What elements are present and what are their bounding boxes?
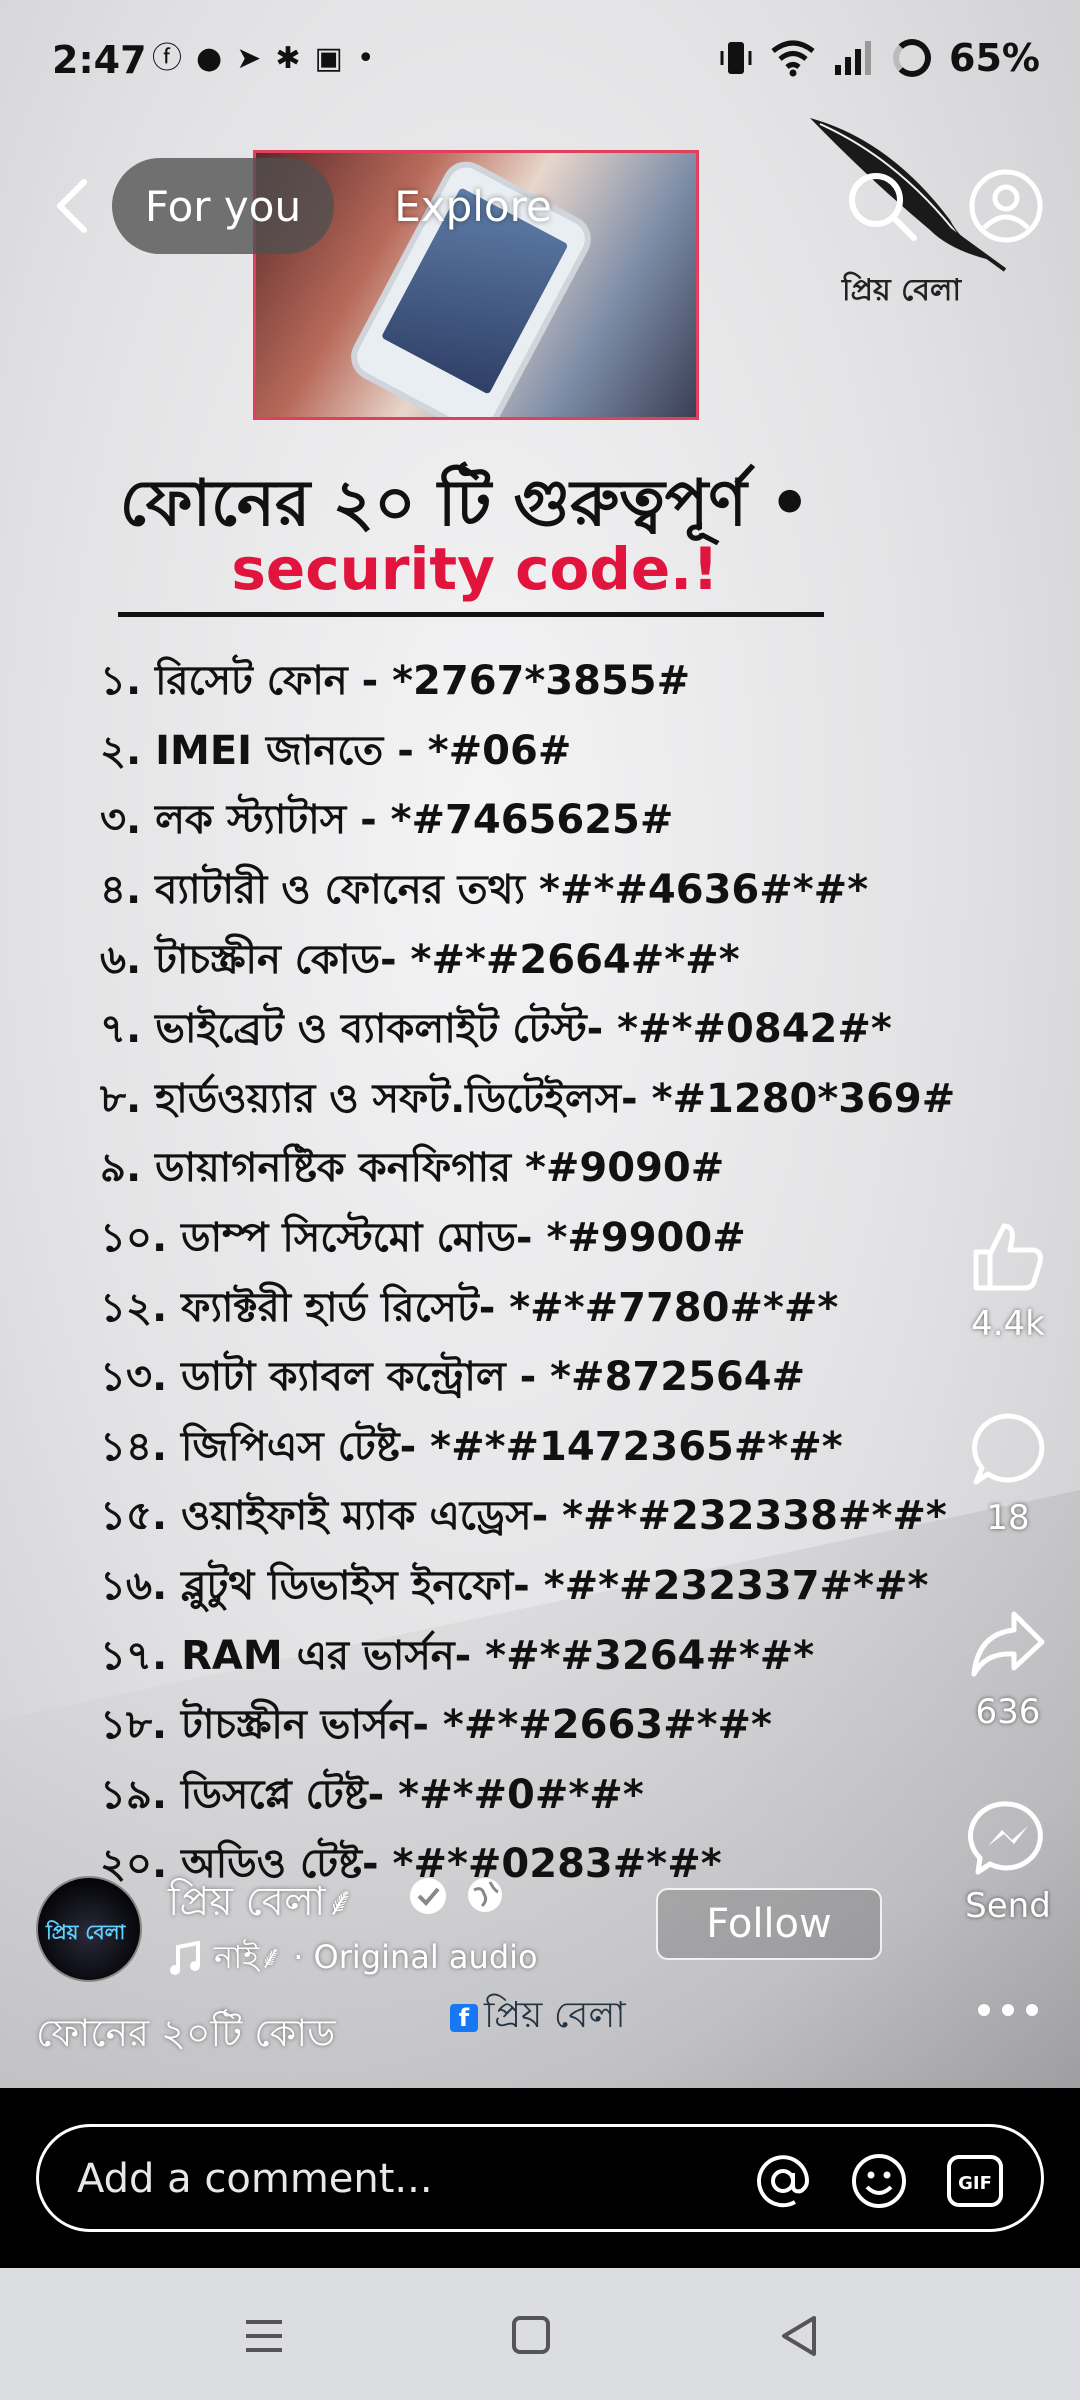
battery-icon — [893, 39, 932, 77]
vibrate-icon — [720, 42, 752, 74]
like-count: 4.4k — [971, 1304, 1045, 1344]
code-item: ৯. ডায়াগনষ্টিক কনফিগার *#9090# — [100, 1145, 725, 1192]
share-button[interactable]: 636 — [948, 1604, 1068, 1732]
thumbs-up-icon — [973, 1223, 1043, 1291]
app-icon: ✱ — [275, 41, 301, 76]
status-bar: 2:47 ⓕ ● ➤ ✱ ▣ • 65% — [0, 0, 1080, 120]
share-icon — [971, 1611, 1045, 1677]
brand-text: প্রিয় বেলা — [842, 273, 962, 308]
back-icon[interactable] — [48, 176, 98, 236]
code-item: ২. IMEI জানতে - *#06# — [100, 727, 572, 774]
more-button[interactable] — [948, 2000, 1068, 2020]
audio-row[interactable]: নাই⸙ · Original audio — [168, 1932, 538, 1986]
globe-icon — [468, 1878, 502, 1912]
comment-button[interactable]: 18 — [948, 1410, 1068, 1538]
code-item: ১. রিসেট ফোন - *2767*3855# — [100, 658, 691, 705]
code-item: ৮. হার্ডওয়্যার ও সফট.ডিটেইলস- *#1280*36… — [100, 1075, 956, 1122]
fb-tag-text: প্রিয় বেলা — [484, 1995, 626, 2036]
comment-box[interactable]: GIF — [36, 2124, 1044, 2232]
messenger-icon — [968, 1801, 1043, 1875]
comment-icon — [972, 1413, 1045, 1485]
code-item: ৬. টাচস্ক্রীন কোড- *#*#2664#*#* — [100, 936, 740, 983]
comment-bar: GIF — [0, 2088, 1080, 2268]
notification-icons: ⓕ ● ➤ ✱ ▣ • — [152, 42, 375, 76]
share-count: 636 — [975, 1692, 1041, 1732]
code-item: ৪. ব্যাটারী ও ফোনের তথ্য *#*#4636#*#* — [100, 867, 869, 914]
emoji-icon[interactable] — [849, 2151, 909, 2211]
gif-icon[interactable]: GIF — [945, 2151, 1005, 2211]
tab-for-you[interactable]: For you — [112, 158, 334, 254]
send-button[interactable]: Send — [948, 1798, 1068, 1926]
facebook-icon: ⓕ — [152, 41, 182, 76]
signal-icon — [835, 41, 872, 75]
code-item: ১৭. RAM এর ভার্সন- *#*#3264#*#* — [100, 1632, 815, 1679]
caption[interactable]: ফোনের ২০টি কোড — [36, 2004, 335, 2068]
like-button[interactable]: 4.4k — [948, 1216, 1068, 1344]
audio-label: নাই⸙ · Original audio — [214, 1938, 538, 1976]
code-item: ৭. ভাইব্রেট ও ব্যাকলাইট টেস্ট- *#*#0842#… — [100, 1006, 892, 1053]
poster-subtitle: security code.! — [231, 535, 719, 603]
code-list: ১. রিসেট ফোন - *2767*3855# ২. IMEI জানতে… — [100, 648, 960, 1901]
code-item: ১৫. ওয়াইফাই ম্যাক এড্রেস- *#*#232338#*#… — [100, 1493, 947, 1540]
code-item: ১০. ডাম্প সিস্টেমো মোড- *#9900# — [100, 1215, 746, 1262]
divider — [118, 612, 824, 617]
code-item: ১২. ফ্যাক্টরী হার্ড রিসেট- *#*#7780#*#* — [100, 1284, 839, 1331]
code-item: ১৩. ডাটা ক্যাবল কন্ট্রোল - *#872564# — [100, 1354, 806, 1401]
app-icon: ▣ — [314, 41, 343, 76]
home-icon[interactable] — [502, 2308, 562, 2364]
clock: 2:47 — [52, 38, 147, 82]
more-icon — [978, 2004, 1038, 2016]
author-name[interactable]: প্রিয় বেলা⸙ — [168, 1870, 355, 1937]
battery-level: 65% — [949, 36, 1040, 80]
wifi-icon — [771, 40, 815, 77]
svg-text:GIF: GIF — [958, 2173, 992, 2194]
follow-button[interactable]: Follow — [656, 1888, 882, 1960]
code-item: ১৬. ব্লুটুথ ডিভাইস ইনফো- *#*#232337#*#* — [100, 1563, 929, 1610]
avatar-text: প্রিয় বেলা — [46, 1920, 126, 1944]
search-icon[interactable] — [842, 166, 922, 246]
fb-tag: f প্রিয় বেলা — [450, 1988, 626, 2048]
reel-post[interactable]: 2:47 ⓕ ● ➤ ✱ ▣ • 65% প্রিয় বেলা ফোনের ২… — [0, 0, 1080, 2088]
top-nav: For you Explore — [0, 150, 1080, 270]
code-item: ৩. লক স্ট্যাটাস - *#7465625# — [100, 797, 674, 844]
profile-icon[interactable] — [966, 166, 1046, 246]
recent-apps-icon[interactable] — [234, 2308, 294, 2364]
system-nav-bar — [0, 2268, 1080, 2400]
send-label: Send — [965, 1886, 1051, 1926]
back-nav-icon[interactable] — [770, 2308, 830, 2364]
dot-icon: • — [356, 41, 375, 76]
comment-count: 18 — [986, 1498, 1030, 1538]
facebook-icon: f — [450, 2004, 478, 2032]
avatar[interactable]: প্রিয় বেলা — [36, 1876, 142, 1982]
mention-icon[interactable] — [753, 2151, 813, 2211]
code-item: ১৮. টাচস্ক্রীন ভার্সন- *#*#2663#*#* — [100, 1702, 772, 1749]
verified-icon — [410, 1878, 446, 1914]
code-item: ১৪. জিপিএস টেষ্ট- *#*#1472365#*#* — [100, 1423, 843, 1470]
tab-explore[interactable]: Explore — [378, 158, 568, 254]
system-icons: 65% — [719, 36, 1040, 80]
messenger-icon: ● — [196, 41, 223, 76]
comment-input[interactable] — [77, 2151, 737, 2207]
music-note-icon — [170, 1941, 200, 1975]
telegram-icon: ➤ — [236, 41, 262, 76]
code-item: ১৯. ডিসপ্লে টেষ্ট- *#*#0#*#* — [100, 1771, 644, 1818]
